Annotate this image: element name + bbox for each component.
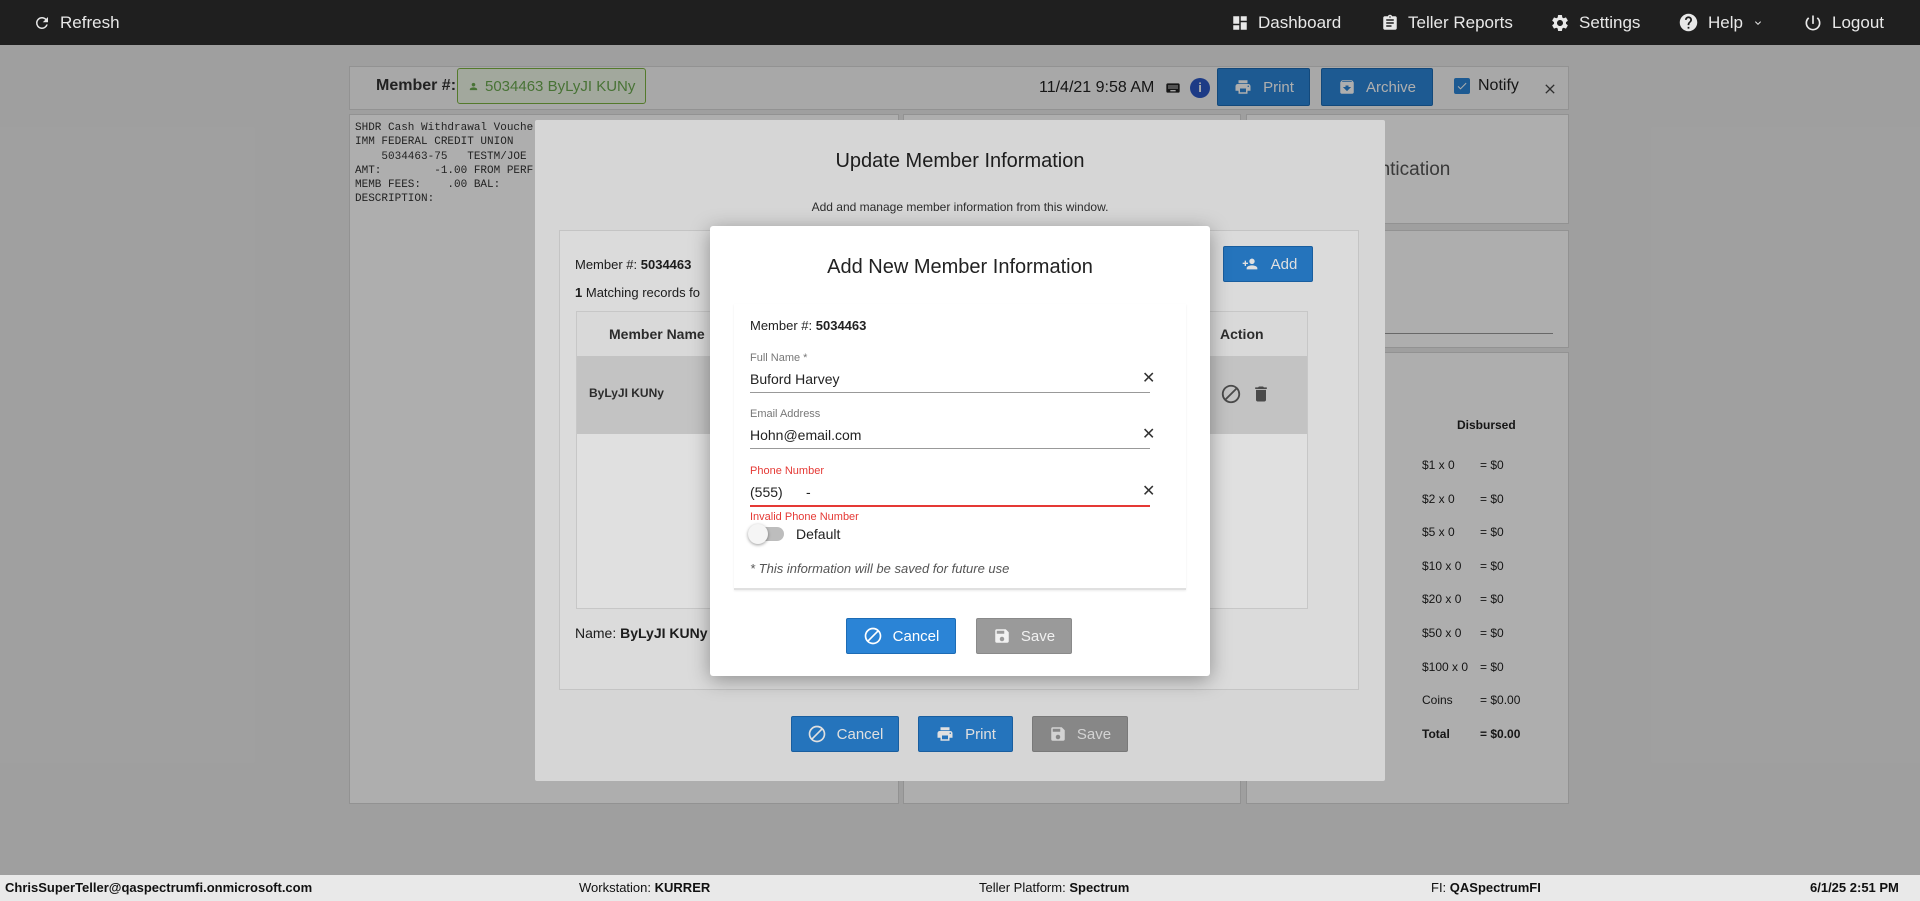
settings-link[interactable]: Settings — [1550, 0, 1640, 45]
status-datetime: 6/1/25 2:51 PM — [1810, 880, 1899, 895]
fi-label: FI: — [1431, 880, 1447, 895]
workstation-value: KURRER — [654, 880, 711, 895]
save-label: Save — [1020, 627, 1056, 645]
email-label: Email Address — [750, 408, 821, 420]
power-icon — [1805, 15, 1821, 30]
chevron-down-icon — [1754, 20, 1761, 25]
toggle-track — [748, 524, 784, 544]
phone-error-message: Invalid Phone Number — [750, 511, 859, 523]
dashboard-label: Dashboard — [1258, 12, 1342, 32]
teller-reports-link[interactable]: Teller Reports — [1381, 0, 1513, 45]
add-member-form: Member #: 5034463 Full Name * Buford Har… — [734, 304, 1186, 590]
settings-label: Settings — [1579, 12, 1641, 32]
dashboard-link[interactable]: Dashboard — [1231, 0, 1341, 45]
save-note: * This information will be saved for fut… — [750, 561, 1010, 576]
full-name-input[interactable]: Buford Harvey — [750, 371, 839, 387]
phone-label: Phone Number — [750, 465, 824, 477]
email-underline — [750, 448, 1150, 449]
email-input[interactable]: Hohn@email.com — [750, 427, 861, 443]
logout-label: Logout — [1832, 12, 1884, 32]
block-icon — [864, 627, 881, 645]
top-navigation-bar: Refresh Dashboard Teller Reports Setting… — [0, 0, 1920, 45]
clear-full-name-icon[interactable]: ✕ — [1142, 368, 1155, 388]
logout-link[interactable]: Logout — [1803, 0, 1884, 45]
fi-value: QASpectrumFI — [1449, 880, 1541, 895]
default-label: Default — [796, 526, 841, 542]
gear-icon — [1552, 14, 1568, 31]
add-cancel-button[interactable]: Cancel — [846, 618, 956, 654]
status-fi: FI: QASpectrumFI — [1431, 880, 1541, 895]
default-toggle[interactable]: Default — [748, 524, 841, 544]
member-number-label: Member #: — [750, 318, 813, 333]
toggle-knob — [748, 524, 768, 544]
phone-input[interactable]: (555) - — [750, 484, 811, 500]
full-name-underline — [750, 392, 1150, 393]
phone-underline-error — [750, 505, 1150, 507]
teller-reports-label: Teller Reports — [1408, 12, 1513, 32]
refresh-icon — [35, 16, 48, 29]
refresh-label: Refresh — [60, 12, 120, 32]
status-user: ChrisSuperTeller@qaspectrumfi.onmicrosof… — [5, 880, 313, 895]
platform-label: Teller Platform: — [979, 880, 1066, 895]
help-menu[interactable]: Help — [1678, 0, 1764, 45]
help-label: Help — [1708, 12, 1743, 32]
add-modal-title: Add New Member Information — [827, 256, 1093, 278]
add-member-modal: Add New Member Information Member #: 503… — [710, 226, 1210, 676]
dashboard-icon — [1233, 15, 1247, 30]
status-platform: Teller Platform: Spectrum — [979, 880, 1129, 895]
platform-value: Spectrum — [1069, 880, 1130, 895]
clear-phone-icon[interactable]: ✕ — [1142, 481, 1155, 501]
full-name-label: Full Name * — [750, 352, 808, 364]
member-number-value: 5034463 — [815, 318, 867, 333]
clear-email-icon[interactable]: ✕ — [1142, 424, 1155, 444]
cancel-label: Cancel — [892, 627, 940, 645]
clipboard-icon — [1383, 14, 1397, 30]
add-save-button[interactable]: Save — [976, 618, 1072, 654]
save-icon — [995, 629, 1009, 643]
status-workstation: Workstation: KURRER — [579, 880, 710, 895]
workstation-label: Workstation: — [579, 880, 652, 895]
form-member-number: Member #: 5034463 — [750, 318, 866, 333]
help-icon — [1679, 13, 1698, 32]
refresh-button[interactable]: Refresh — [33, 0, 120, 45]
